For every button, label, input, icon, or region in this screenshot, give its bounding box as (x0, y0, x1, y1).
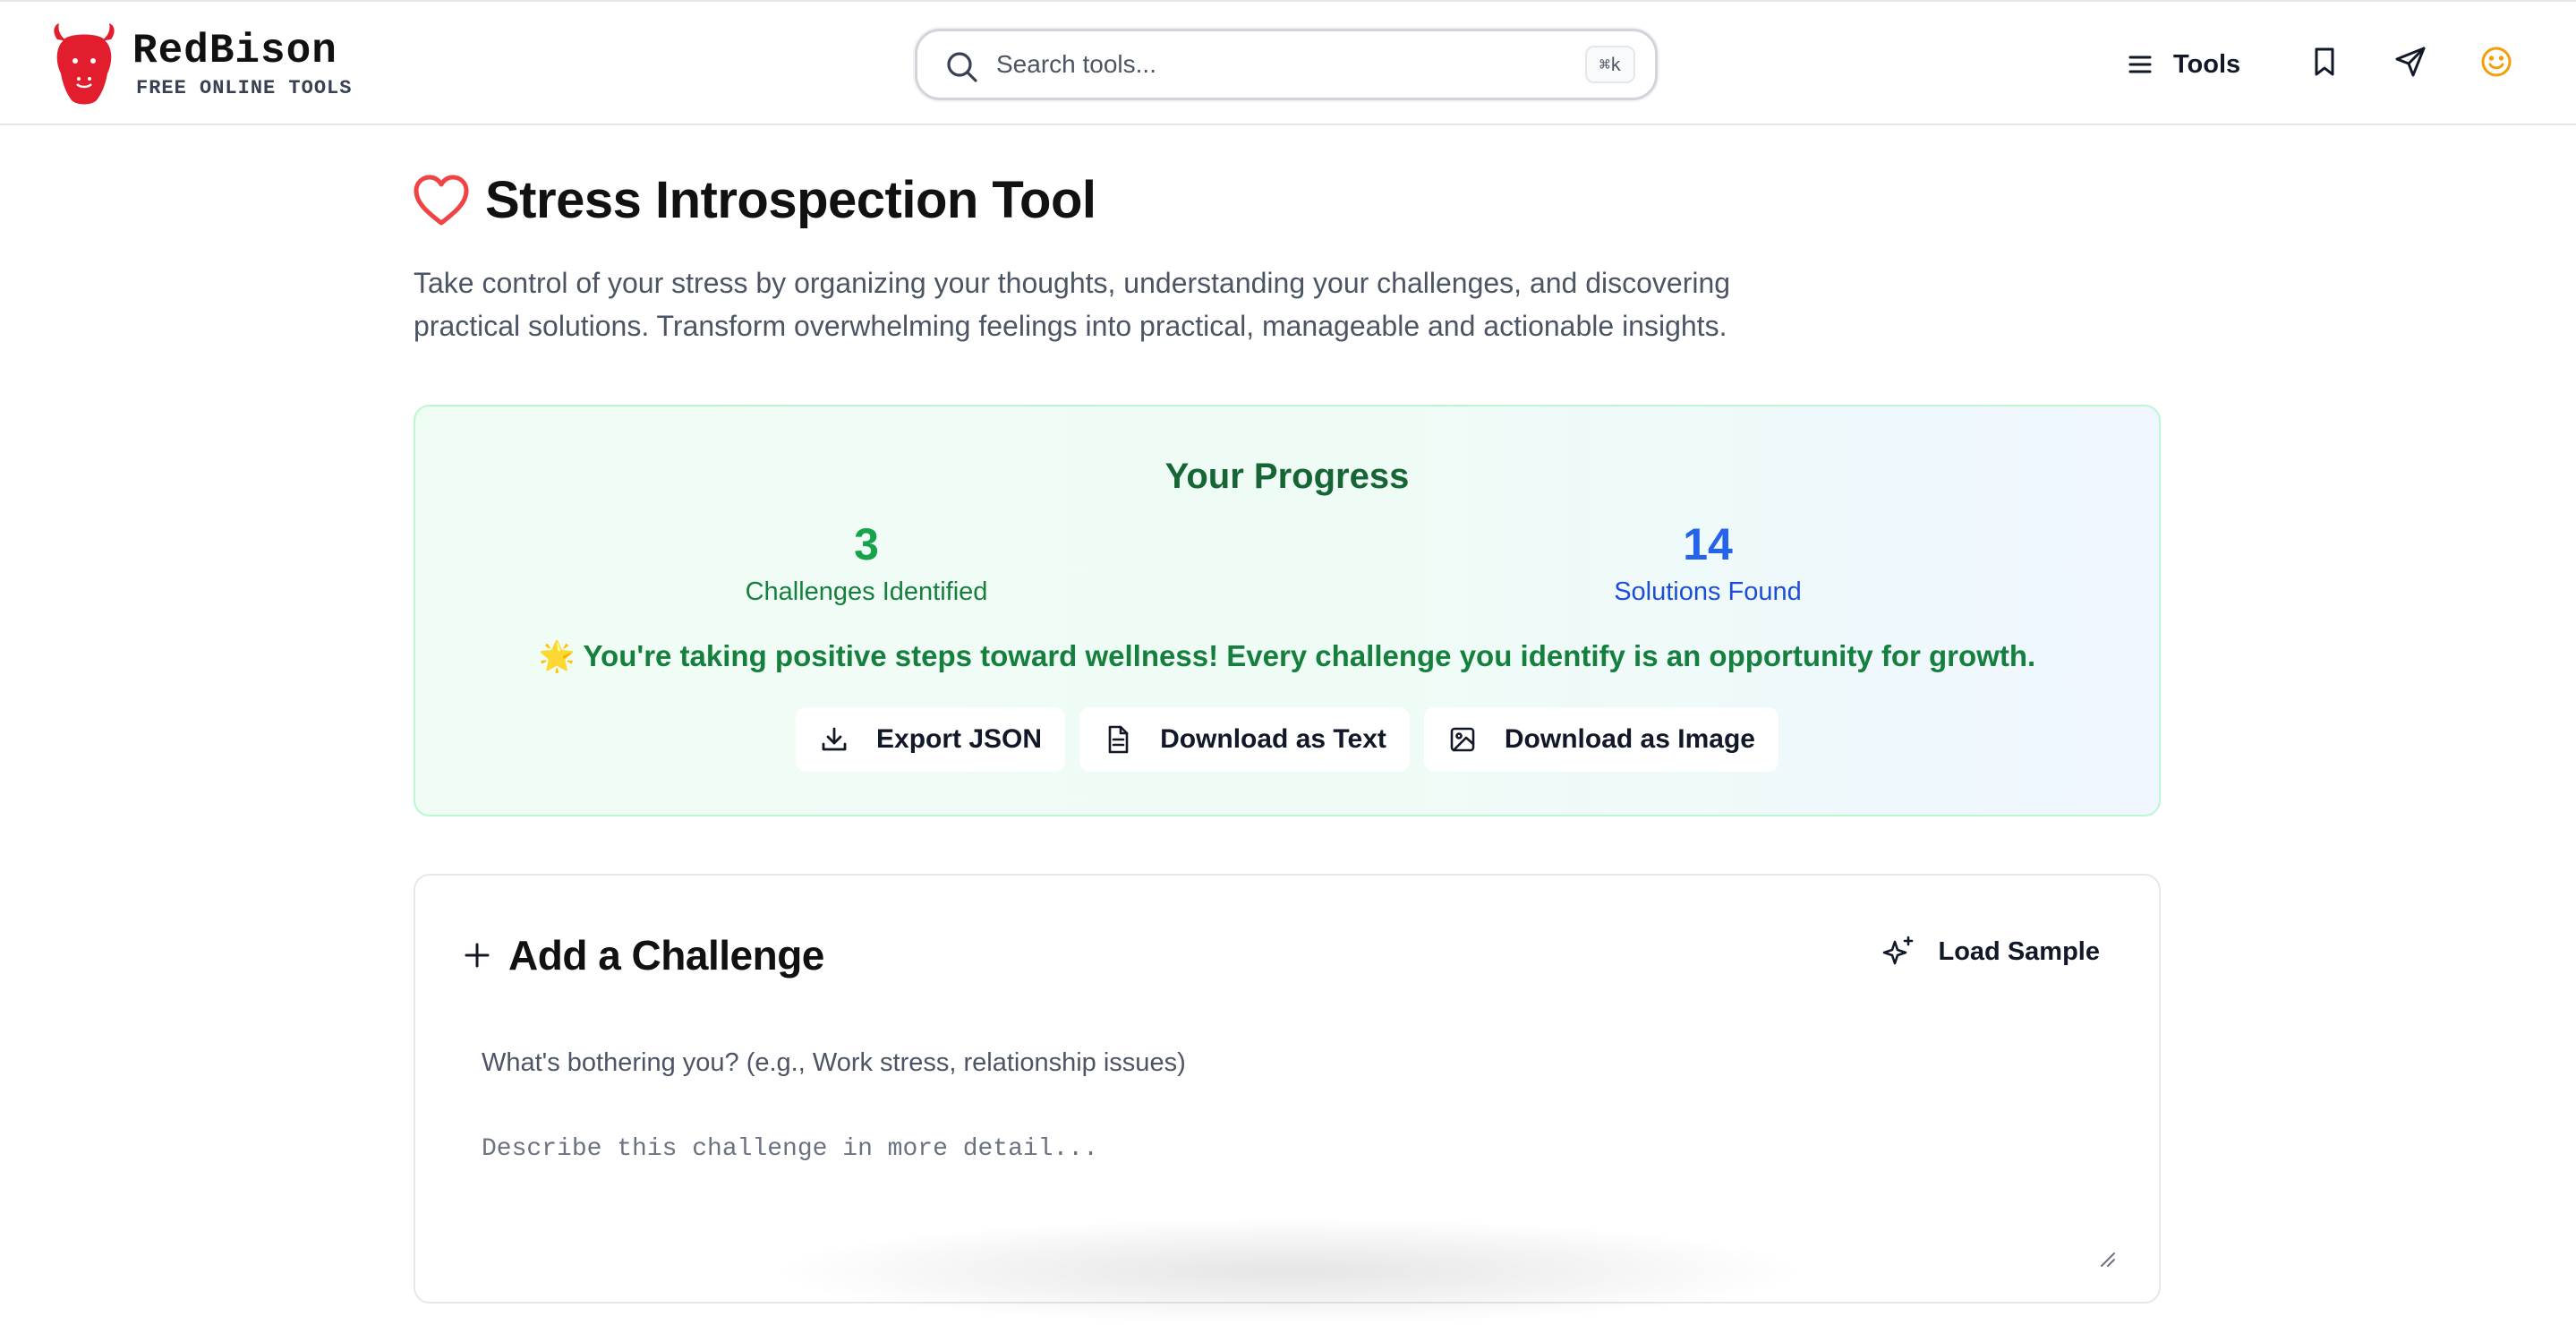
heart-icon (414, 175, 469, 225)
bookmark-icon[interactable] (2307, 45, 2341, 79)
resize-grip-icon[interactable] (2098, 1250, 2116, 1268)
solutions-label: Solutions Found (1614, 577, 1802, 606)
send-icon[interactable] (2393, 45, 2427, 79)
nav-tools-label: Tools (2173, 49, 2241, 79)
page-heading: Stress Introspection Tool (412, 170, 1096, 230)
logo-subtitle: FREE ONLINE TOOLS (136, 77, 353, 99)
export-json-button[interactable]: Export JSON (796, 707, 1066, 772)
download-image-button[interactable]: Download as Image (1423, 707, 1778, 772)
solutions-stat: 14 Solutions Found (1484, 517, 1932, 609)
search-icon (947, 52, 977, 82)
keyboard-shortcut-badge: ⌘k (1584, 46, 1635, 83)
page-description: Take control of your stress by organizin… (414, 267, 1731, 342)
add-challenge-card: Add a Challenge Load Sample (414, 874, 2161, 1304)
search-box[interactable]: ⌘k (915, 29, 1658, 100)
logo-title: RedBison (132, 28, 337, 74)
challenges-count: 3 (854, 519, 879, 569)
bison-head-icon (54, 23, 115, 105)
top-navbar: RedBison FREE ONLINE TOOLS ⌘k Tools (0, 0, 2576, 125)
progress-title: Your Progress (1164, 457, 1410, 496)
motivation-message: 🌟 You're taking positive steps toward we… (538, 639, 2036, 672)
challenges-label: Challenges Identified (745, 577, 988, 606)
progress-card: Your Progress 3 Challenges Identified 14… (414, 405, 2161, 816)
page-title: Stress Introspection Tool (485, 171, 1096, 229)
smiley-icon[interactable] (2479, 45, 2513, 79)
menu-icon (2128, 56, 2152, 73)
plus-icon (465, 943, 490, 968)
file-text-icon (1108, 725, 1129, 754)
download-icon (822, 727, 847, 751)
download-text-label: Download as Text (1160, 724, 1386, 754)
image-icon (1450, 727, 1475, 752)
load-sample-button[interactable]: Load Sample (1881, 935, 2101, 969)
download-text-button[interactable]: Download as Text (1079, 707, 1410, 772)
nav-tools-button[interactable]: Tools (2125, 41, 2240, 88)
export-actions: Export JSON Download as Text Download as… (415, 707, 2159, 772)
export-json-label: Export JSON (876, 724, 1043, 754)
logo-link[interactable]: RedBison FREE ONLINE TOOLS (50, 21, 352, 107)
add-challenge-heading: Add a Challenge (462, 931, 824, 979)
sparkles-icon (1882, 936, 1913, 965)
challenge-detail-textarea[interactable] (482, 1135, 2093, 1250)
add-challenge-title: Add a Challenge (508, 932, 824, 979)
load-sample-label: Load Sample (1938, 936, 2101, 966)
download-image-label: Download as Image (1504, 724, 1755, 754)
search-input[interactable] (996, 44, 1569, 85)
challenges-stat: 3 Challenges Identified (643, 517, 1090, 609)
solutions-count: 14 (1683, 519, 1733, 569)
challenge-title-input[interactable] (482, 1040, 2093, 1085)
